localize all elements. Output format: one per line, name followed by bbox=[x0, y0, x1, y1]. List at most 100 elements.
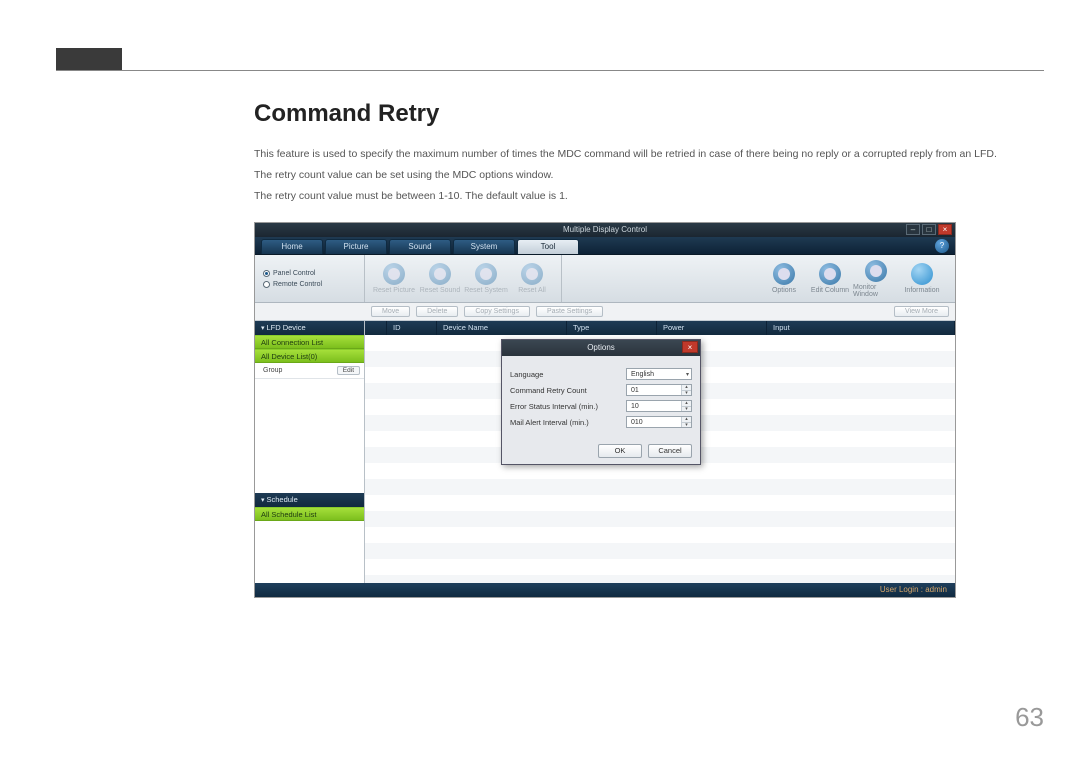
delete-button[interactable]: Delete bbox=[416, 306, 458, 317]
sidebar-all-schedule-list[interactable]: All Schedule List bbox=[255, 507, 364, 521]
radio-icon bbox=[263, 281, 270, 288]
monitor-window-button[interactable]: Monitor Window bbox=[853, 260, 899, 298]
ribbon: Panel Control Remote Control Reset Pictu… bbox=[255, 255, 955, 303]
view-more-button[interactable]: View More bbox=[894, 306, 949, 317]
action-bar: Move Delete Copy Settings Paste Settings… bbox=[255, 303, 955, 321]
error-interval-label: Error Status Interval (min.) bbox=[510, 402, 626, 411]
reset-picture-label: Reset Picture bbox=[373, 287, 415, 294]
tool-group-right: Options Edit Column Monitor Window Infor… bbox=[755, 255, 951, 302]
screenshot-app: Multiple Display Control – □ × Home Pict… bbox=[254, 222, 956, 598]
gear-icon bbox=[865, 260, 887, 282]
close-button[interactable]: × bbox=[938, 224, 952, 235]
mail-interval-label: Mail Alert Interval (min.) bbox=[510, 418, 626, 427]
cancel-button[interactable]: Cancel bbox=[648, 444, 692, 458]
reset-sound-label: Reset Sound bbox=[420, 287, 460, 294]
section-heading: Command Retry bbox=[254, 100, 1044, 128]
mail-interval-value: 010 bbox=[627, 419, 681, 426]
maximize-button[interactable]: □ bbox=[922, 224, 936, 235]
language-select[interactable]: English ▾ bbox=[626, 368, 692, 380]
reset-system-label: Reset System bbox=[464, 287, 508, 294]
sidebar-all-device-list[interactable]: All Device List(0) bbox=[255, 349, 364, 363]
dialog-titlebar: Options × bbox=[502, 340, 700, 356]
page-number: 63 bbox=[1015, 702, 1044, 733]
chevron-down-icon: ▾ bbox=[686, 371, 689, 378]
reset-all-button[interactable]: Reset All bbox=[509, 263, 555, 294]
reset-system-button[interactable]: Reset System bbox=[463, 263, 509, 294]
edit-column-button[interactable]: Edit Column bbox=[807, 263, 853, 294]
tab-system[interactable]: System bbox=[453, 239, 515, 254]
panel-control-radio[interactable]: Panel Control bbox=[263, 270, 360, 277]
sidebar-schedule-header[interactable]: Schedule bbox=[255, 493, 364, 507]
tab-sound[interactable]: Sound bbox=[389, 239, 451, 254]
language-label: Language bbox=[510, 370, 626, 379]
col-input[interactable]: Input bbox=[767, 321, 955, 335]
sidebar-lfd-header[interactable]: LFD Device bbox=[255, 321, 364, 335]
error-interval-value: 10 bbox=[627, 403, 681, 410]
error-interval-spinner[interactable]: 10 ▴▾ bbox=[626, 400, 692, 412]
remote-control-label: Remote Control bbox=[273, 281, 322, 288]
gear-icon bbox=[383, 263, 405, 285]
panel-control-label: Panel Control bbox=[273, 270, 315, 277]
options-label: Options bbox=[772, 287, 796, 294]
table-grid: Options × Language English ▾ bbox=[365, 335, 955, 583]
col-check[interactable] bbox=[365, 321, 387, 335]
control-mode-group: Panel Control Remote Control bbox=[259, 255, 365, 302]
spin-down-icon[interactable]: ▾ bbox=[682, 422, 691, 427]
retry-count-value: 01 bbox=[627, 387, 681, 394]
gear-icon bbox=[773, 263, 795, 285]
col-device-name[interactable]: Device Name bbox=[437, 321, 567, 335]
window-title: Multiple Display Control bbox=[563, 225, 647, 234]
sidebar-group-row: Group Edit bbox=[255, 363, 364, 379]
dialog-title: Options bbox=[587, 343, 615, 352]
tab-home[interactable]: Home bbox=[261, 239, 323, 254]
window-titlebar: Multiple Display Control – □ × bbox=[255, 223, 955, 237]
tab-tool[interactable]: Tool bbox=[517, 239, 579, 254]
options-dialog: Options × Language English ▾ bbox=[501, 339, 701, 465]
main-pane: ID Device Name Type Power Input Options … bbox=[365, 321, 955, 583]
col-id[interactable]: ID bbox=[387, 321, 437, 335]
retry-count-spinner[interactable]: 01 ▴▾ bbox=[626, 384, 692, 396]
gear-icon bbox=[429, 263, 451, 285]
gear-icon bbox=[819, 263, 841, 285]
status-bar: User Login : admin bbox=[255, 583, 955, 597]
move-button[interactable]: Move bbox=[371, 306, 410, 317]
tab-picture[interactable]: Picture bbox=[325, 239, 387, 254]
reset-picture-button[interactable]: Reset Picture bbox=[371, 263, 417, 294]
remote-control-radio[interactable]: Remote Control bbox=[263, 281, 360, 288]
information-label: Information bbox=[904, 287, 939, 294]
information-button[interactable]: Information bbox=[899, 263, 945, 294]
sidebar-all-connection-list[interactable]: All Connection List bbox=[255, 335, 364, 349]
sidebar-fill bbox=[255, 379, 364, 493]
mail-interval-spinner[interactable]: 010 ▴▾ bbox=[626, 416, 692, 428]
gear-icon bbox=[521, 263, 543, 285]
status-user-login: User Login : admin bbox=[880, 585, 947, 594]
table-header: ID Device Name Type Power Input bbox=[365, 321, 955, 335]
col-type[interactable]: Type bbox=[567, 321, 657, 335]
reset-sound-button[interactable]: Reset Sound bbox=[417, 263, 463, 294]
sidebar-group-label: Group bbox=[263, 367, 282, 374]
spin-down-icon[interactable]: ▾ bbox=[682, 390, 691, 395]
header-thick-segment bbox=[56, 48, 122, 70]
body-text: This feature is used to specify the maxi… bbox=[254, 146, 1044, 163]
help-icon[interactable]: ? bbox=[935, 239, 949, 253]
edit-button[interactable]: Edit bbox=[337, 366, 360, 375]
dialog-close-button[interactable]: × bbox=[682, 341, 698, 353]
copy-settings-button[interactable]: Copy Settings bbox=[464, 306, 530, 317]
body-text: The retry count value must be between 1-… bbox=[254, 188, 1044, 205]
edit-column-label: Edit Column bbox=[811, 287, 849, 294]
col-power[interactable]: Power bbox=[657, 321, 767, 335]
monitor-window-label: Monitor Window bbox=[853, 284, 899, 298]
minimize-button[interactable]: – bbox=[906, 224, 920, 235]
options-button[interactable]: Options bbox=[761, 263, 807, 294]
reset-all-label: Reset All bbox=[518, 287, 546, 294]
retry-count-label: Command Retry Count bbox=[510, 386, 626, 395]
header-rule bbox=[56, 70, 1044, 71]
language-value: English bbox=[631, 371, 654, 378]
menu-tabs: Home Picture Sound System Tool ? bbox=[255, 237, 955, 255]
document-content: Command Retry This feature is used to sp… bbox=[254, 100, 1044, 598]
ok-button[interactable]: OK bbox=[598, 444, 642, 458]
radio-icon bbox=[263, 270, 270, 277]
reset-group: Reset Picture Reset Sound Reset System R… bbox=[365, 255, 562, 302]
spin-down-icon[interactable]: ▾ bbox=[682, 406, 691, 411]
paste-settings-button[interactable]: Paste Settings bbox=[536, 306, 603, 317]
